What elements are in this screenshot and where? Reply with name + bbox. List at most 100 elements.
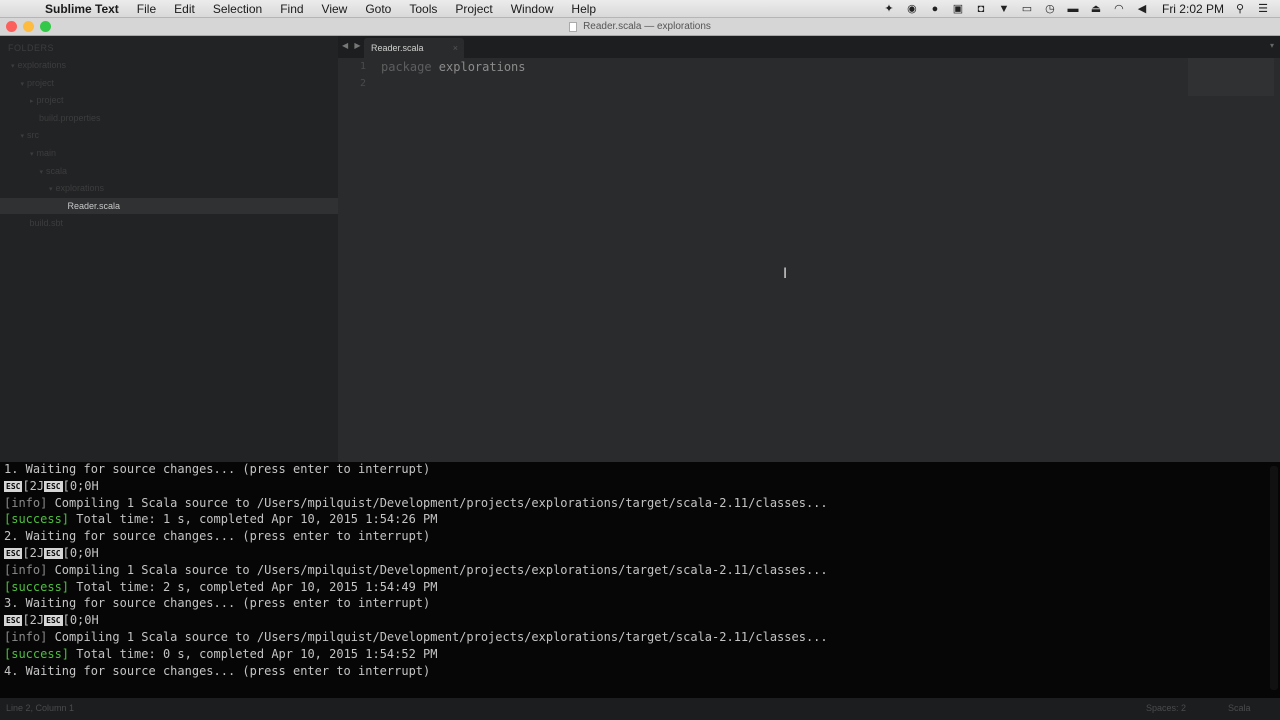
menu-view[interactable]: View (313, 2, 357, 16)
minimap-viewport[interactable] (1188, 58, 1274, 96)
tab-reader-scala[interactable]: Reader.scala × (364, 38, 464, 58)
terminal-line: [success] Total time: 2 s, completed Apr… (4, 579, 438, 596)
disclosure-open-icon[interactable]: ▾ (49, 186, 53, 193)
sidebar-file[interactable]: build.properties (0, 110, 338, 126)
sidebar-item-label: build.properties (39, 112, 101, 123)
tab-list-icon[interactable]: ▾ (1270, 41, 1274, 50)
menu-goto[interactable]: Goto (356, 2, 400, 16)
tab-size-selector[interactable]: Spaces: 2 (1146, 703, 1186, 713)
terminal-line: 3. Waiting for source changes... (press … (4, 596, 431, 611)
disclosure-open-icon[interactable]: ▾ (21, 81, 25, 88)
line-number: 2 (359, 78, 366, 89)
tab-navigation-arrows-icon[interactable]: ◀ ▶ (342, 41, 363, 50)
eject-icon[interactable]: ⏏ (1089, 2, 1103, 15)
sidebar-file[interactable]: Reader.scala (0, 197, 338, 214)
terminal-line: 4. Waiting for source changes... (press … (4, 663, 431, 678)
escape-sequence: [0;0H (62, 613, 99, 628)
escape-code-badge: ESC (4, 480, 23, 492)
menu-selection[interactable]: Selection (204, 2, 271, 16)
info-tag: [info] (4, 495, 48, 510)
screen-icon[interactable]: ▣ (951, 2, 965, 15)
terminal-panel[interactable]: 1. Waiting for source changes... (press … (0, 462, 1280, 698)
one-password-icon[interactable]: ◉ (905, 2, 919, 15)
menu-edit[interactable]: Edit (165, 2, 204, 16)
escape-sequence: [0;0H (62, 478, 99, 493)
code-keyword: package (381, 60, 432, 74)
menu-tools[interactable]: Tools (400, 2, 446, 16)
notification-center-icon[interactable]: ☰ (1256, 2, 1270, 15)
sidebar-item-label: explorations (17, 60, 67, 70)
sidebar-item-label: project (36, 95, 64, 106)
plug-status-icon[interactable]: ✦ (882, 2, 896, 15)
sidebar-folder[interactable]: ▾ scala (0, 163, 338, 179)
code-text: explorations (431, 60, 526, 74)
sidebar-folder[interactable]: ▾ project (0, 75, 338, 91)
menu-find[interactable]: Find (271, 2, 312, 16)
menu-clock[interactable]: Fri 2:02 PM (1162, 2, 1224, 16)
success-tag: [success] (4, 646, 70, 661)
terminal-scrollbar[interactable] (1270, 466, 1278, 690)
log-message: Compiling 1 Scala source to /Users/mpilq… (47, 630, 828, 644)
sidebar-folder[interactable]: ▾ explorations (0, 180, 338, 196)
log-message: Total time: 2 s, completed Apr 10, 2015 … (69, 579, 438, 594)
escape-code-badge: ESC (44, 480, 63, 492)
terminal-line: ESC [2J ESC [0;0H (4, 545, 99, 562)
time-machine-icon[interactable]: ◷ (1043, 2, 1057, 15)
sidebar-folder[interactable]: ▾ main (0, 145, 338, 161)
escape-code-badge: ESC (4, 615, 23, 627)
record-icon[interactable]: ● (928, 3, 942, 15)
terminal-line: [info] Compiling 1 Scala source to /User… (4, 495, 828, 512)
code-editor[interactable]: 1 2 package explorations I (338, 58, 1280, 462)
escape-sequence: [2J (22, 478, 45, 493)
sidebar: FOLDERS ▾ explorations ▾ project ▸ project bui… (0, 36, 338, 462)
disclosure-closed-icon[interactable]: ▸ (30, 98, 34, 105)
tab-bar: ◀ ▶ Reader.scala × ▾ (338, 36, 1280, 58)
menu-help[interactable]: Help (562, 2, 605, 16)
log-message: Compiling 1 Scala source to /Users/mpilq… (47, 495, 828, 510)
sidebar-file[interactable]: build.sbt (0, 215, 338, 231)
display-icon[interactable]: ▭ (1020, 2, 1034, 15)
cursor-position: Line 2, Column 1 (6, 703, 75, 713)
disclosure-open-icon[interactable]: ▾ (11, 63, 15, 70)
lock-icon[interactable]: ◘ (974, 3, 988, 15)
escape-code-badge: ESC (44, 615, 63, 627)
menu-window[interactable]: Window (502, 2, 563, 16)
log-message: Total time: 0 s, completed Apr 10, 2015 … (69, 646, 438, 661)
menu-project[interactable]: Project (446, 2, 501, 16)
battery-icon[interactable]: ▬ (1066, 3, 1080, 15)
close-tab-icon[interactable]: × (453, 38, 458, 58)
menu-sublime-text[interactable]: Sublime Text (36, 2, 128, 16)
success-tag: [success] (4, 579, 70, 594)
menu-file[interactable]: File (128, 2, 165, 16)
tab-label: Reader.scala (371, 43, 424, 53)
text-cursor-icon: I (783, 266, 788, 282)
sidebar-item-label: scala (46, 165, 68, 176)
success-tag: [success] (4, 512, 70, 527)
disclosure-open-icon[interactable]: ▾ (21, 133, 25, 140)
log-message: Total time: 1 s, completed Apr 10, 2015 … (69, 512, 438, 527)
escape-code-badge: ESC (4, 548, 23, 559)
folders-label: FOLDERS (8, 43, 55, 53)
window-title-bar: Reader.scala — explorations (0, 18, 1280, 36)
syntax-selector[interactable]: Scala (1228, 703, 1251, 713)
sidebar-folder[interactable]: ▾ explorations (0, 57, 338, 73)
spotlight-search-icon[interactable]: ⚲ (1233, 2, 1247, 15)
mac-menu-bar: Sublime Text File Edit Selection Find View Got… (0, 0, 1280, 18)
disclosure-open-icon[interactable]: ▾ (40, 169, 44, 176)
code-line[interactable]: package explorations (381, 60, 526, 74)
audio-icon[interactable]: ◀ (1135, 2, 1149, 15)
sidebar-item-label: project (27, 77, 55, 88)
close-window-button[interactable] (6, 21, 17, 32)
sidebar-item-label: Reader.scala (67, 200, 121, 211)
download-icon[interactable]: ▼ (997, 3, 1011, 15)
sidebar-item-label: main (36, 148, 57, 158)
wifi-icon[interactable]: ◠ (1112, 2, 1126, 15)
sidebar-folder[interactable]: ▾ src (0, 127, 338, 143)
status-bar: Line 2, Column 1 Spaces: 2 Scala (0, 698, 1280, 720)
zoom-window-button[interactable] (40, 21, 51, 32)
terminal-line: ESC [2J ESC [0;0H (4, 478, 99, 495)
minimize-window-button[interactable] (23, 21, 34, 32)
sidebar-folder[interactable]: ▸ project (0, 92, 338, 108)
menu-extras: ✦ ◉ ● ▣ ◘ ▼ ▭ ◷ ▬ ⏏ ◠ ◀ Fri 2:02 PM ⚲ ☰ (882, 2, 1280, 16)
disclosure-open-icon[interactable]: ▾ (30, 151, 34, 158)
